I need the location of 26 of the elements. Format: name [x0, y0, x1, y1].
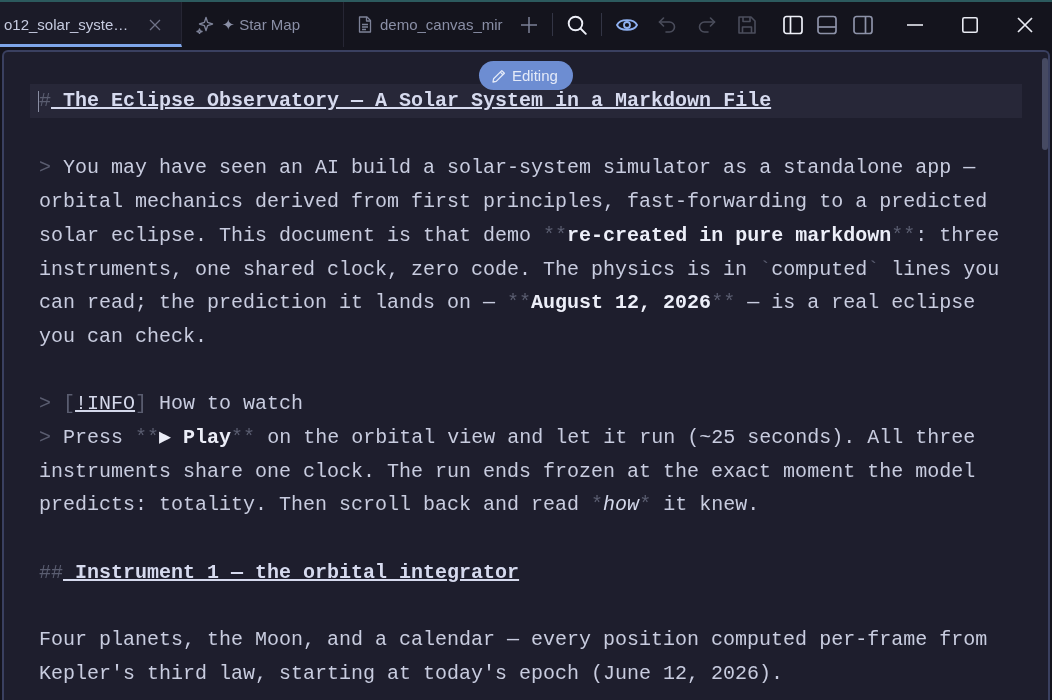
sparkle-icon	[196, 15, 214, 34]
bottom-panel-icon	[817, 14, 837, 35]
tab[interactable]: ✦ Star Map	[182, 2, 344, 47]
eye-icon	[616, 16, 638, 33]
blockquote-text: > You may have seen an AI build a solar-system simulator as a standalone app — orbital mechanics derived from first principles, fast-forwarding to a predicted solar eclipse. This document is that demo **re-created in pure markdown**: three instruments, one shared clock, zero code. The physics is in `computed` lines you can read; the prediction it lands on — **August 12, 2026** — is a real eclipse you can check.	[38, 155, 1001, 350]
scrollbar-thumb[interactable]	[1042, 58, 1048, 150]
tab[interactable]: demo_canvas_mir	[344, 2, 512, 47]
heading: # The Eclipse Observatory — A Solar System in a Markdown File	[30, 84, 1022, 118]
plus-icon	[520, 15, 538, 34]
callout-line: > Press **▶ Play** on the orbital view and let it run (~25 seconds). All three instruments share one clock. The run ends frozen at the exact moment the model predicts: totality. Then scroll back and read *how* it knew.	[38, 425, 977, 519]
left-panel-icon	[783, 14, 803, 35]
right-panel-icon	[853, 14, 873, 35]
maximize-icon	[961, 16, 978, 33]
paragraph: Four planets, the Moon, and a calendar — every position computed per-frame from Kepler's third law, starting at today's epoch (June 12, 2026).	[38, 627, 989, 687]
undo-icon	[658, 16, 676, 33]
minimize-icon	[906, 23, 923, 26]
text-cursor-icon	[38, 91, 39, 112]
heading: ## Instrument 1 — the orbital integrator	[38, 559, 521, 586]
document-icon	[358, 16, 372, 33]
search-icon	[567, 14, 587, 35]
close-icon[interactable]	[149, 18, 161, 31]
close-icon	[1016, 16, 1033, 33]
redo-icon	[698, 16, 716, 33]
pencil-icon	[492, 68, 506, 83]
tab[interactable]: o12_solar_syste…	[0, 2, 182, 47]
callout-line: > [!INFO] How to watch	[38, 391, 305, 418]
